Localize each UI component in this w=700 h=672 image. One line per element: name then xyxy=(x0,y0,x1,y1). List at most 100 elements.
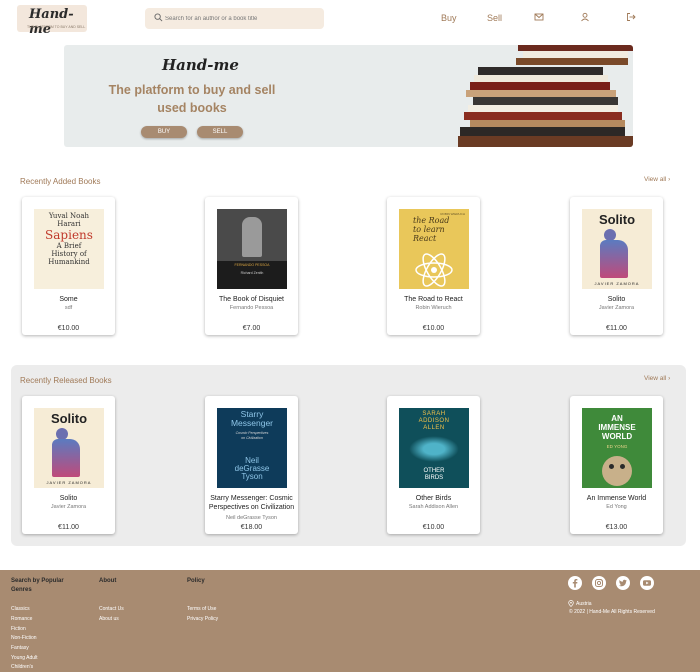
footer-terms-link[interactable]: Terms of Use xyxy=(187,606,216,612)
cover-text: FERNANDO PESSOA xyxy=(234,263,270,267)
cover-text: React xyxy=(413,234,437,243)
book-price: €13.00 xyxy=(605,524,628,531)
cover-text: JAVIER ZAMORA xyxy=(594,281,640,286)
hero-title: The platform to buy and sell used books xyxy=(108,83,276,115)
book-author: Ed Yong xyxy=(606,504,627,510)
view-all-label: View all xyxy=(644,375,667,382)
book-price: €18.00 xyxy=(240,524,263,531)
hero-logo: Hand-me xyxy=(162,56,239,74)
cover-text: IMMENSE xyxy=(598,423,636,432)
book-card[interactable]: FERNANDO PESSOA Richard Zenith The Book … xyxy=(205,197,298,335)
hero-banner: Hand-me The platform to buy and sell use… xyxy=(64,45,633,147)
recently-added-view-all[interactable]: View all › xyxy=(644,176,670,183)
book-author: Robin Wieruch xyxy=(415,305,452,311)
logo-tagline: THE PLATFORM TO BUY AND SELL xyxy=(27,25,86,29)
book-card[interactable]: SARAH ADDISON ALLEN OTHER BIRDS Other Bi… xyxy=(387,396,480,534)
mail-icon[interactable] xyxy=(534,12,544,22)
footer-about-title: About xyxy=(99,578,117,584)
recently-released-title: Recently Released Books xyxy=(20,376,112,385)
book-price: €7.00 xyxy=(242,325,261,332)
cover-text: AN xyxy=(611,414,623,423)
search-icon xyxy=(154,13,163,22)
book-title: An Immense World xyxy=(586,495,647,502)
footer-genre-link[interactable]: Fiction xyxy=(11,626,26,632)
footer-genre-link[interactable]: Children's xyxy=(11,664,33,670)
user-icon[interactable] xyxy=(580,12,590,22)
book-card[interactable]: AN IMMENSE WORLD ED YONG An Immense Worl… xyxy=(570,396,663,534)
book-price: €11.00 xyxy=(606,325,627,332)
book-title: The Road to React xyxy=(404,296,463,303)
book-card[interactable]: Starry Messenger Cosmic Perspectives on … xyxy=(205,396,298,534)
logo-text: Hand-me xyxy=(29,7,74,37)
book-cover-road-to-react: ROBIN WIERUCH the Road to learn React xyxy=(399,209,469,289)
footer-genres-title: Search by Popular Genres xyxy=(11,578,64,593)
book-author: Javier Zamora xyxy=(598,305,635,311)
book-cover-solito: Solito JAVIER ZAMORA xyxy=(582,209,652,289)
cover-text: ALLEN xyxy=(423,425,445,431)
book-title: The Book of Disquiet xyxy=(219,296,284,303)
book-title: Some xyxy=(59,296,78,303)
cover-text: Solito xyxy=(598,212,636,227)
cover-text: Tyson xyxy=(241,472,263,481)
cover-text: ROBIN WIERUCH xyxy=(440,212,465,216)
book-card[interactable]: Yuval Noah Harari Sapiens A Brief Histor… xyxy=(22,197,115,335)
cover-text: Harari xyxy=(57,220,81,228)
footer-location: Austria xyxy=(576,601,592,607)
cover-text: Richard Zenith xyxy=(240,271,264,275)
cover-text: Sapiens xyxy=(45,228,93,242)
book-card[interactable]: Solito JAVIER ZAMORA Solito Javier Zamor… xyxy=(22,396,115,534)
recently-added-title: Recently Added Books xyxy=(20,177,101,186)
book-title: Solito xyxy=(59,495,78,502)
view-all-label: View all xyxy=(644,176,667,183)
footer-genre-link[interactable]: Non-Fiction xyxy=(11,635,37,641)
logo[interactable]: Hand-me THE PLATFORM TO BUY AND SELL xyxy=(17,5,87,37)
book-cover-starry-messenger: Starry Messenger Cosmic Perspectives on … xyxy=(217,408,287,488)
footer-genre-link[interactable]: Classics xyxy=(11,606,30,612)
book-price: €10.00 xyxy=(57,325,80,332)
book-cover-sapiens: Yuval Noah Harari Sapiens A Brief Histor… xyxy=(34,209,104,289)
cover-text: Yuval Noah xyxy=(48,212,90,220)
book-stack-image xyxy=(398,45,633,147)
book-author: Neil deGrasse Tyson xyxy=(226,515,277,521)
footer-genre-link[interactable]: Young Adult xyxy=(11,655,38,661)
footer-about-link[interactable]: About us xyxy=(99,616,119,622)
book-author: Sarah Addison Allen xyxy=(408,504,459,510)
footer-genre-link[interactable]: Romance xyxy=(11,616,32,622)
cover-text: on Civilization xyxy=(241,436,263,440)
footer-contact-link[interactable]: Contact Us xyxy=(99,606,124,612)
cover-text: ADDISON xyxy=(418,418,450,424)
cover-text: Solito xyxy=(50,411,88,426)
book-card[interactable]: Solito JAVIER ZAMORA Solito Javier Zamor… xyxy=(570,197,663,335)
nav-buy[interactable]: Buy xyxy=(441,13,457,23)
search-input[interactable] xyxy=(165,11,315,26)
book-price: €10.00 xyxy=(422,325,445,332)
book-author: Fernando Pessoa xyxy=(229,305,274,311)
book-cover-other-birds: SARAH ADDISON ALLEN OTHER BIRDS xyxy=(399,408,469,488)
book-price: €11.00 xyxy=(58,524,79,531)
footer-privacy-link[interactable]: Privacy Policy xyxy=(187,616,218,622)
instagram-icon[interactable] xyxy=(592,576,606,590)
footer: Search by Popular Genres Classics Romanc… xyxy=(0,570,700,672)
book-price: €10.00 xyxy=(422,524,445,531)
cover-text: the Road xyxy=(413,216,450,225)
twitter-icon[interactable] xyxy=(616,576,630,590)
cover-text: SARAH xyxy=(422,411,446,417)
youtube-icon[interactable] xyxy=(640,576,654,590)
hero-buy-button[interactable]: BUY xyxy=(141,126,187,138)
cover-text: History of xyxy=(51,250,87,258)
book-author: Javier Zamora xyxy=(50,504,87,510)
recently-released-view-all[interactable]: View all › xyxy=(644,375,670,382)
cover-text: OTHER xyxy=(423,468,445,474)
book-title: Solito xyxy=(607,296,626,303)
logout-icon[interactable] xyxy=(626,12,636,22)
nav-sell[interactable]: Sell xyxy=(487,13,502,23)
book-cover-immense-world: AN IMMENSE WORLD ED YONG xyxy=(582,408,652,488)
facebook-icon[interactable] xyxy=(568,576,582,590)
cover-text: Humankind xyxy=(48,258,90,266)
footer-genre-link[interactable]: Fantasy xyxy=(11,645,29,651)
cover-text: A Brief xyxy=(56,242,82,250)
book-author: sdf xyxy=(64,305,73,311)
footer-copyright: © 2022 | Hand-Me All Rights Reserved xyxy=(569,609,655,615)
book-card[interactable]: ROBIN WIERUCH the Road to learn React Th… xyxy=(387,197,480,335)
hero-sell-button[interactable]: SELL xyxy=(197,126,243,138)
